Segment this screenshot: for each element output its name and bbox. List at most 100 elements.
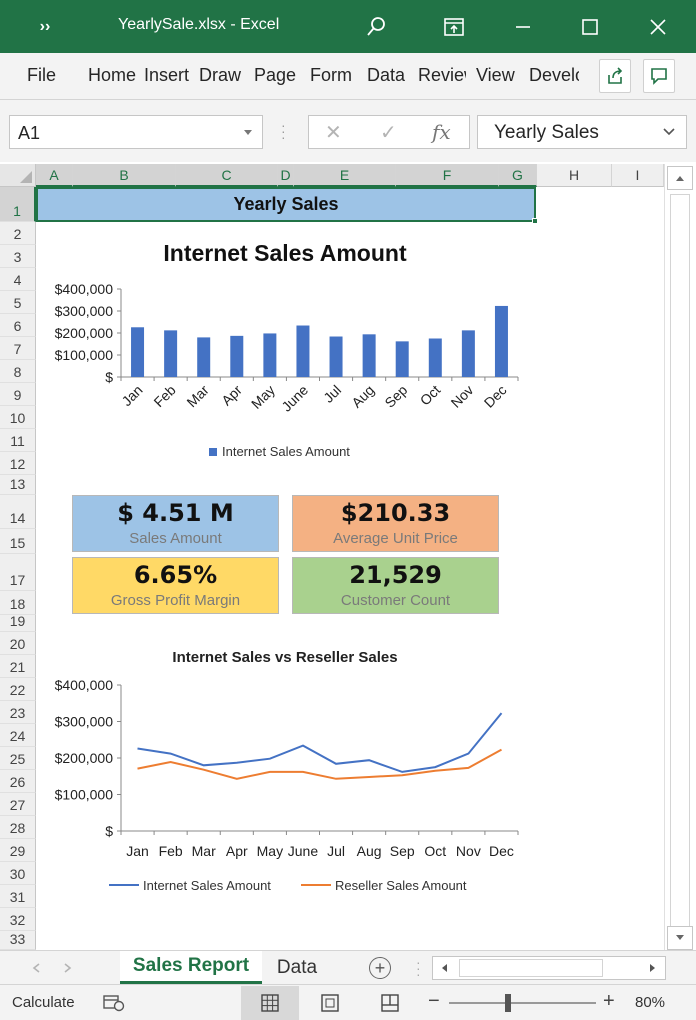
tab-insert[interactable]: Insert [144, 65, 192, 86]
column-header-i[interactable]: I [612, 164, 664, 187]
sheet-tab-sales-report[interactable]: Sales Report [120, 951, 262, 984]
bar-nov[interactable] [461, 330, 475, 377]
row-header-13[interactable]: 13 [0, 475, 36, 495]
name-box[interactable]: A1 [9, 115, 263, 149]
maximize-icon[interactable] [574, 0, 606, 53]
row-header-24[interactable]: 24 [0, 724, 36, 747]
row-header-10[interactable]: 10 [0, 406, 36, 429]
column-header-c[interactable]: C [176, 164, 278, 187]
row-header-32[interactable]: 32 [0, 908, 36, 931]
share-screen-icon[interactable] [438, 0, 470, 53]
enter-icon[interactable]: ✓ [380, 120, 397, 145]
row-header-17[interactable]: 17 [0, 554, 36, 591]
bar-jan[interactable] [131, 327, 145, 377]
bar-feb[interactable] [164, 330, 178, 377]
column-header-b[interactable]: B [73, 164, 176, 187]
select-all-corner[interactable] [0, 164, 36, 187]
bar-apr[interactable] [230, 335, 244, 377]
row-header-12[interactable]: 12 [0, 452, 36, 475]
horizontal-scrollbar[interactable] [432, 956, 666, 980]
zoom-in-icon[interactable]: + [603, 990, 615, 1013]
row-header-5[interactable]: 5 [0, 291, 36, 314]
bar-oct[interactable] [428, 338, 442, 378]
column-header-e[interactable]: E [294, 164, 396, 187]
row-header-28[interactable]: 28 [0, 816, 36, 839]
tab-draw[interactable]: Draw [199, 65, 247, 86]
double-chevron-icon[interactable]: ›› [30, 0, 60, 53]
worksheet-grid[interactable]: Yearly Sales Internet Sales Amount $400,… [36, 187, 664, 950]
zoom-level[interactable]: 80% [635, 994, 665, 1011]
tab-splitter-grip[interactable]: · · · [416, 955, 421, 981]
column-header-g[interactable]: G [499, 164, 537, 187]
bar-jul[interactable] [329, 336, 343, 377]
name-box-dropdown-icon[interactable] [244, 130, 252, 135]
bar-may[interactable] [263, 333, 277, 377]
row-header-31[interactable]: 31 [0, 885, 36, 908]
scroll-down-button[interactable] [667, 926, 693, 950]
row-header-20[interactable]: 20 [0, 632, 36, 655]
formula-input[interactable]: Yearly Sales [477, 115, 687, 149]
bar-june[interactable] [296, 325, 310, 377]
page-layout-view-button[interactable] [310, 986, 350, 1020]
row-header-18[interactable]: 18 [0, 591, 36, 615]
add-sheet-icon[interactable]: + [369, 957, 391, 979]
zoom-slider-thumb[interactable] [505, 994, 511, 1012]
column-header-h[interactable]: H [537, 164, 612, 187]
column-header-d[interactable]: D [278, 164, 294, 187]
row-header-3[interactable]: 3 [0, 245, 36, 268]
tab-form[interactable]: Form [310, 65, 358, 86]
cell-a1-title[interactable]: Yearly Sales [36, 187, 536, 222]
scroll-up-button[interactable] [667, 166, 693, 190]
tab-developer[interactable]: Developer [529, 65, 579, 86]
scroll-left-icon[interactable] [440, 963, 448, 973]
bar-aug[interactable] [362, 334, 376, 377]
bar-dec[interactable] [494, 305, 508, 377]
row-header-6[interactable]: 6 [0, 314, 36, 337]
prev-sheet-icon[interactable] [32, 963, 40, 973]
row-header-26[interactable]: 26 [0, 770, 36, 793]
row-header-15[interactable]: 15 [0, 529, 36, 554]
tab-review[interactable]: Review [418, 65, 466, 86]
tab-home[interactable]: Home [88, 65, 137, 86]
row-header-21[interactable]: 21 [0, 655, 36, 678]
row-header-29[interactable]: 29 [0, 839, 36, 862]
comments-button[interactable] [643, 59, 675, 93]
tab-file[interactable]: File [27, 65, 67, 86]
row-header-2[interactable]: 2 [0, 222, 36, 245]
row-header-19[interactable]: 19 [0, 613, 36, 632]
insert-function-icon[interactable]: fx [432, 120, 451, 144]
bar-sep[interactable] [395, 341, 409, 377]
row-header-33[interactable]: 33 [0, 931, 36, 950]
fill-handle[interactable] [532, 218, 538, 224]
sheet-tab-data[interactable]: Data [266, 951, 328, 984]
vertical-scrollbar[interactable] [664, 164, 696, 954]
row-header-30[interactable]: 30 [0, 862, 36, 885]
tab-data[interactable]: Data [367, 65, 411, 86]
row-header-11[interactable]: 11 [0, 429, 36, 452]
row-header-1[interactable]: 1 [0, 187, 36, 222]
column-header-f[interactable]: F [396, 164, 499, 187]
row-header-23[interactable]: 23 [0, 701, 36, 724]
row-header-8[interactable]: 8 [0, 360, 36, 383]
row-header-22[interactable]: 22 [0, 678, 36, 701]
close-icon[interactable] [642, 0, 674, 53]
row-header-14[interactable]: 14 [0, 495, 36, 529]
scroll-right-icon[interactable] [649, 963, 657, 973]
row-header-27[interactable]: 27 [0, 793, 36, 816]
normal-view-button[interactable] [241, 986, 299, 1020]
expand-formula-icon[interactable] [662, 125, 676, 139]
tab-page[interactable]: Page [254, 65, 300, 86]
next-sheet-icon[interactable] [64, 963, 72, 973]
row-header-4[interactable]: 4 [0, 268, 36, 291]
row-header-25[interactable]: 25 [0, 747, 36, 770]
row-header-9[interactable]: 9 [0, 383, 36, 406]
horizontal-scroll-thumb[interactable] [459, 959, 603, 977]
cancel-icon[interactable]: ✕ [325, 120, 342, 145]
row-header-7[interactable]: 7 [0, 337, 36, 360]
calculate-status[interactable]: Calculate [12, 994, 75, 1011]
column-header-a[interactable]: A [36, 164, 73, 187]
search-icon[interactable] [360, 0, 392, 53]
share-button[interactable] [599, 59, 631, 93]
accessibility-icon[interactable] [103, 994, 125, 1012]
tab-view[interactable]: View [476, 65, 520, 86]
